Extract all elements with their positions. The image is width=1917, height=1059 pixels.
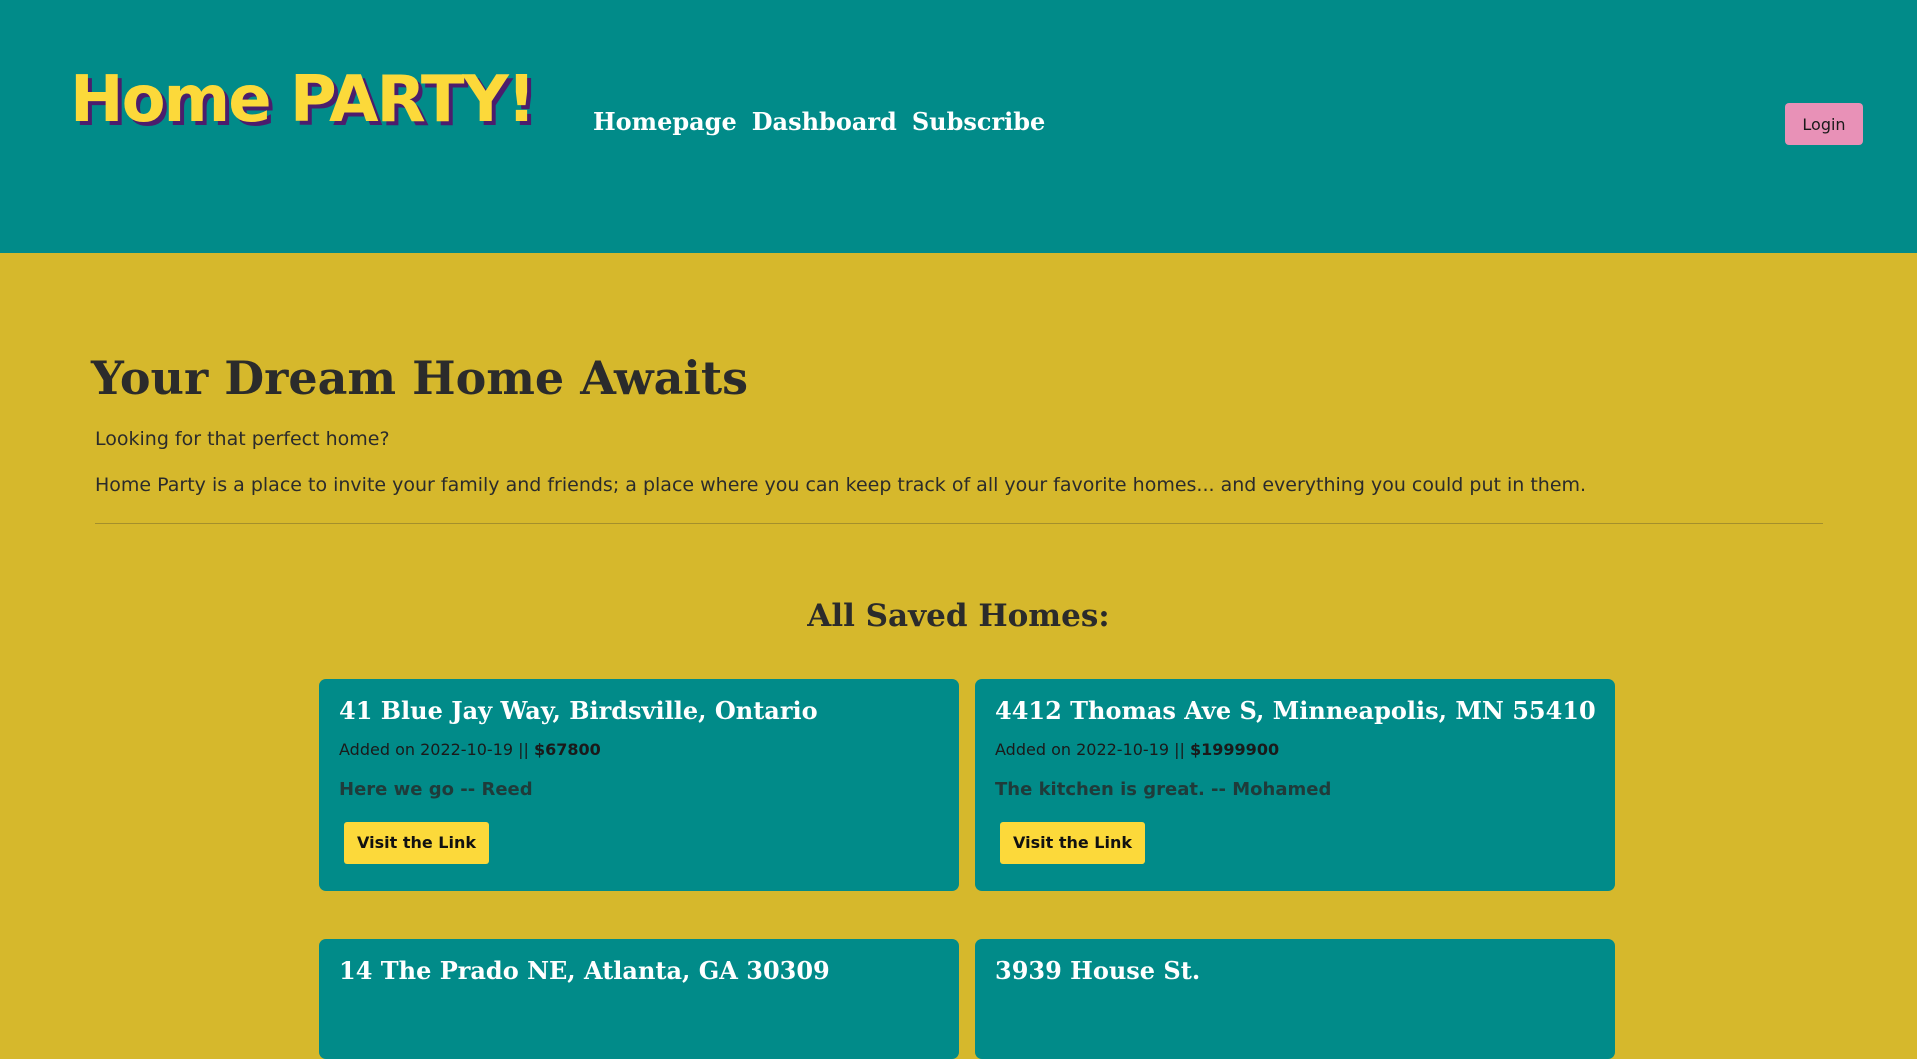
nav-link-dashboard[interactable]: Dashboard [752,107,897,136]
home-price: $67800 [534,739,601,759]
home-address: 14 The Prado NE, Atlanta, GA 30309 [339,956,830,985]
home-card: 41 Blue Jay Way, Birdsville, Ontario Add… [319,679,959,891]
home-price: $1999900 [1190,739,1280,759]
home-meta: Added on 2022-10-19 || $1999900 [995,740,1595,759]
main-nav: Homepage Dashboard Subscribe [593,107,1045,136]
site-logo[interactable]: Home PARTY! [70,68,536,132]
home-added-date: Added on 2022-10-19 || [995,739,1191,759]
home-card: 3939 House St. [975,939,1615,1059]
nav-link-homepage[interactable]: Homepage [593,107,737,136]
home-card: 4412 Thomas Ave S, Minneapolis, MN 55410… [975,679,1615,891]
home-address: 4412 Thomas Ave S, Minneapolis, MN 55410 [995,696,1596,725]
section-divider [95,523,1823,524]
home-added-date: Added on 2022-10-19 || [339,739,535,759]
home-address: 41 Blue Jay Way, Birdsville, Ontario [339,696,818,725]
hero-subtitle: Looking for that perfect home? [95,428,390,450]
home-address: 3939 House St. [995,956,1201,985]
home-card: 14 The Prado NE, Atlanta, GA 30309 [319,939,959,1059]
login-button[interactable]: Login [1785,103,1863,145]
home-meta: Added on 2022-10-19 || $67800 [339,740,939,759]
hero-description: Home Party is a place to invite your fam… [95,474,1587,496]
nav-link-subscribe[interactable]: Subscribe [912,107,1046,136]
page-title: Your Dream Home Awaits [91,351,749,405]
visit-link-button[interactable]: Visit the Link [344,821,489,864]
saved-homes-heading: All Saved Homes: [807,598,1110,634]
visit-link-button[interactable]: Visit the Link [1000,821,1145,864]
home-note: Here we go -- Reed [339,778,533,800]
site-header: Home PARTY! Homepage Dashboard Subscribe… [0,0,1917,253]
home-note: The kitchen is great. -- Mohamed [995,778,1332,800]
